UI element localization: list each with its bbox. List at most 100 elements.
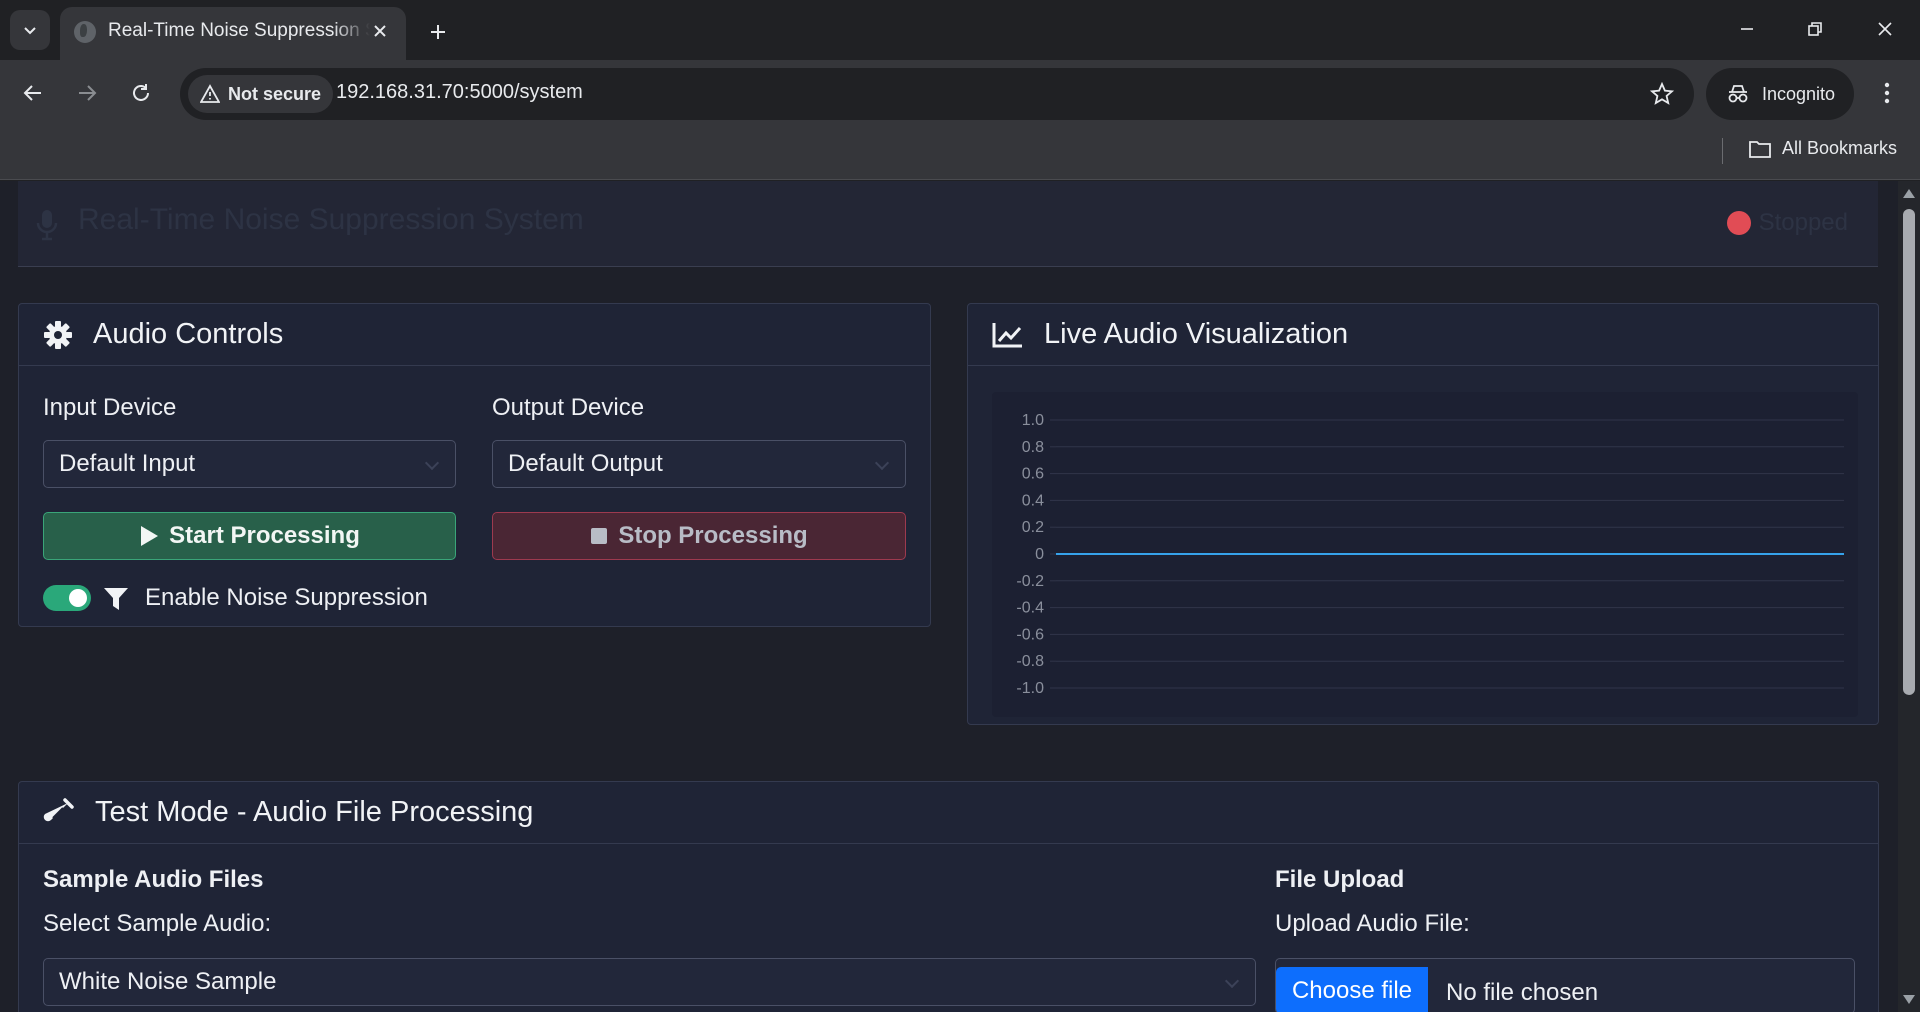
new-tab-button[interactable] [418, 12, 458, 52]
audio-controls-card: Audio Controls Input Device Default Inpu… [18, 303, 931, 627]
y-tick-label: 0.2 [1022, 519, 1044, 536]
visualization-title: Live Audio Visualization [1044, 318, 1349, 350]
app-header: Real-Time Noise Suppression System Stopp… [18, 181, 1878, 267]
address-bar[interactable]: Not secure 192.168.31.70:5000/system [180, 68, 1694, 120]
start-processing-label: Start Processing [169, 522, 360, 549]
scroll-up-arrow-icon[interactable] [1903, 189, 1915, 198]
input-device-label: Input Device [43, 394, 177, 421]
y-tick-label: 0.8 [1022, 439, 1044, 456]
sample-audio-heading: Sample Audio Files [43, 866, 264, 893]
bookmark-star-button[interactable] [1648, 80, 1676, 108]
close-icon [374, 25, 386, 37]
y-tick-label: -0.8 [1016, 653, 1044, 670]
more-vertical-icon [1884, 82, 1890, 104]
chevron-down-icon [874, 455, 890, 471]
star-icon [1650, 82, 1674, 105]
sample-audio-value: White Noise Sample [59, 968, 277, 995]
warning-icon [200, 84, 220, 103]
scroll-thumb[interactable] [1903, 209, 1915, 695]
close-window-button[interactable] [1860, 8, 1910, 50]
y-tick-label: 0.6 [1022, 466, 1044, 483]
browser-toolbar: Not secure 192.168.31.70:5000/system Inc… [0, 60, 1920, 126]
page-title: Real-Time Noise Suppression System [78, 203, 584, 236]
globe-icon [74, 21, 96, 43]
input-device-select[interactable]: Default Input [43, 440, 456, 488]
minimize-icon [1741, 28, 1753, 30]
status-indicator: Stopped [1726, 209, 1848, 237]
audio-controls-header: Audio Controls [19, 304, 930, 366]
y-tick-label: 1.0 [1022, 412, 1044, 429]
audio-controls-title: Audio Controls [93, 318, 284, 350]
status-label: Stopped [1758, 209, 1848, 236]
reload-button[interactable] [122, 74, 160, 112]
vial-icon [43, 797, 74, 821]
status-dot [1726, 211, 1751, 235]
y-tick-label: 0.4 [1022, 492, 1044, 509]
sample-select-label: Select Sample Audio: [43, 910, 272, 937]
gear-icon [44, 320, 72, 349]
url-text[interactable]: 192.168.31.70:5000/system [336, 81, 583, 104]
input-device-value: Default Input [59, 450, 196, 477]
arrow-right-icon [79, 85, 97, 101]
audio-file-input[interactable]: Choose file No file chosen [1275, 958, 1855, 1012]
output-device-value: Default Output [508, 450, 663, 477]
stop-icon [591, 528, 608, 544]
page-scrollbar[interactable] [1898, 181, 1920, 1012]
noise-suppression-label: Enable Noise Suppression [145, 584, 428, 611]
plus-icon [431, 25, 445, 39]
forward-button[interactable] [68, 74, 106, 112]
y-tick-label: -0.2 [1016, 573, 1044, 590]
y-tick-label: -0.6 [1016, 626, 1044, 643]
all-bookmarks-label: All Bookmarks [1782, 138, 1898, 158]
test-mode-header: Test Mode - Audio File Processing [19, 782, 1878, 844]
scroll-down-arrow-icon[interactable] [1903, 995, 1915, 1004]
all-bookmarks-button[interactable]: All Bookmarks [1748, 138, 1897, 159]
page-viewport: Real-Time Noise Suppression System Stopp… [0, 181, 1898, 1012]
y-tick-label: -1.0 [1016, 680, 1044, 697]
incognito-indicator[interactable]: Incognito [1706, 68, 1854, 120]
reload-icon [133, 84, 149, 101]
audio-chart: 1.0 0.8 0.6 0.4 0.2 0 -0.2 -0.4 -0.6 -0.8 -1.0 [992, 392, 1858, 717]
folder-icon [1749, 140, 1771, 158]
file-upload-heading: File Upload [1275, 866, 1405, 893]
minimize-button[interactable] [1722, 8, 1772, 50]
restore-button[interactable] [1790, 8, 1840, 50]
visualization-card: Live Audio Visualization 1.0 0.8 0.6 0.4 0.2… [967, 303, 1879, 725]
browser-tab[interactable]: Real-Time Noise Suppression System [60, 7, 406, 60]
back-button[interactable] [14, 74, 52, 112]
y-tick-label: -0.4 [1016, 600, 1044, 617]
test-mode-card: Test Mode - Audio File Processing Sample… [18, 781, 1879, 1012]
y-tick-label: 0 [1035, 546, 1044, 563]
filter-icon [104, 588, 128, 610]
security-chip[interactable]: Not secure [188, 75, 334, 113]
play-icon [141, 526, 159, 546]
no-file-chosen-text: No file chosen [1446, 979, 1599, 1006]
chart-line-icon [992, 322, 1022, 347]
test-mode-title: Test Mode - Audio File Processing [95, 796, 534, 828]
browser-menu-button[interactable] [1868, 74, 1906, 112]
visualization-header: Live Audio Visualization [968, 304, 1878, 366]
output-device-label: Output Device [492, 394, 645, 421]
incognito-icon [1728, 85, 1748, 103]
incognito-label: Incognito [1762, 83, 1836, 104]
sample-audio-select[interactable]: White Noise Sample [43, 958, 1256, 1006]
choose-file-button[interactable]: Choose file [1276, 967, 1428, 1012]
audio-chart-svg: 1.0 0.8 0.6 0.4 0.2 0 -0.2 -0.4 -0.6 -0.8 -1.0 [1016, 412, 1844, 697]
close-icon [1878, 22, 1892, 36]
noise-suppression-toggle[interactable] [43, 585, 91, 611]
chevron-down-icon [424, 455, 440, 471]
bookmarks-bar: All Bookmarks [0, 126, 1920, 180]
arrow-left-icon [23, 85, 41, 101]
bookmarks-separator [1722, 138, 1723, 164]
chevron-down-icon [1224, 973, 1240, 989]
output-device-select[interactable]: Default Output [492, 440, 906, 488]
start-processing-button[interactable]: Start Processing [43, 512, 456, 560]
tab-search-button[interactable] [10, 10, 50, 50]
stop-processing-label: Stop Processing [618, 522, 808, 549]
stop-processing-button[interactable]: Stop Processing [492, 512, 906, 560]
upload-audio-label: Upload Audio File: [1275, 910, 1470, 937]
close-tab-button[interactable] [368, 19, 392, 43]
tab-strip: Real-Time Noise Suppression System [0, 0, 1920, 60]
security-label: Not secure [228, 83, 322, 104]
microphone-icon [36, 210, 58, 241]
